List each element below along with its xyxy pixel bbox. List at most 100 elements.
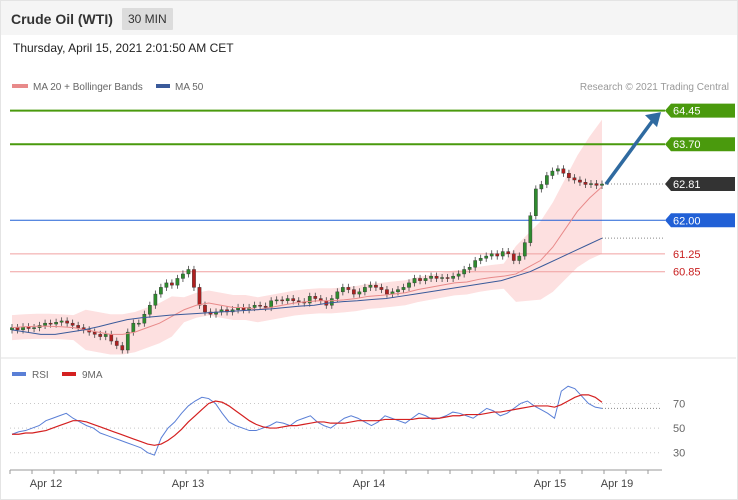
- rsi-line: [11, 385, 603, 456]
- candle-body: [98, 334, 103, 337]
- candle-body: [533, 188, 538, 216]
- candle-body: [15, 327, 20, 331]
- candle-body: [467, 267, 472, 270]
- candle-body: [59, 320, 64, 323]
- candle-body: [578, 179, 582, 183]
- candle-body: [379, 287, 384, 290]
- level-label-62.00: 62.00: [673, 215, 701, 227]
- candle-body: [462, 269, 466, 275]
- candle-body: [43, 322, 47, 326]
- candle-body: [550, 170, 555, 176]
- rsi-ma-line: [12, 394, 603, 446]
- candle-body: [120, 345, 125, 351]
- candle-body: [197, 287, 202, 306]
- candle-body: [363, 287, 367, 293]
- candle-body: [572, 177, 577, 181]
- candle-body: [478, 258, 483, 261]
- candle-body: [357, 291, 362, 295]
- ma20-legend-label: MA 20 + Bollinger Bands: [33, 82, 143, 93]
- candle-body: [423, 278, 428, 281]
- level-label-62.81: 62.81: [673, 179, 701, 191]
- candle-body: [329, 298, 334, 306]
- candle-body: [385, 289, 389, 295]
- candle-body: [203, 305, 207, 313]
- candle-body: [170, 282, 174, 286]
- candle-body: [148, 305, 152, 315]
- candle-body: [296, 300, 301, 302]
- candle-body: [125, 331, 130, 351]
- candle-body: [274, 299, 279, 302]
- candle-body: [484, 255, 489, 259]
- rsi-tick-70: 70: [673, 398, 685, 410]
- candle-body: [291, 298, 296, 301]
- candle-body: [335, 291, 340, 299]
- candle-body: [280, 299, 285, 302]
- candle-body: [511, 253, 516, 261]
- candle-body: [136, 322, 141, 325]
- ma20-legend-swatch: [12, 84, 28, 88]
- rsi-ma-legend-swatch: [62, 372, 76, 376]
- candle-body: [451, 275, 455, 279]
- level-label-64.45: 64.45: [673, 106, 701, 118]
- x-tick-label: Apr 13: [172, 478, 204, 490]
- candle-body: [192, 269, 196, 288]
- candle-body: [556, 168, 560, 172]
- candle-body: [341, 287, 345, 293]
- candle-body: [70, 322, 75, 326]
- candle-body: [181, 273, 185, 279]
- candle-body: [407, 282, 411, 288]
- candle-body: [396, 289, 400, 293]
- x-tick-label: Apr 15: [534, 478, 566, 490]
- candle-body: [528, 215, 533, 243]
- candle-body: [440, 277, 444, 279]
- candle-body: [567, 173, 571, 178]
- candle-body: [434, 275, 439, 279]
- candle-body: [374, 284, 378, 288]
- candle-body: [368, 284, 373, 288]
- candle-body: [65, 320, 69, 324]
- candle-body: [258, 305, 262, 307]
- x-tick-label: Apr 12: [30, 478, 62, 490]
- candle-body: [506, 251, 511, 255]
- candle-body: [269, 300, 273, 308]
- candle-body: [346, 287, 351, 290]
- level-label-60.85: 60.85: [673, 267, 701, 279]
- candle-body: [142, 314, 147, 324]
- candle-body: [412, 278, 417, 284]
- candle-body: [545, 175, 549, 185]
- candle-body: [352, 289, 356, 295]
- candle-body: [54, 322, 58, 325]
- level-label-63.70: 63.70: [673, 139, 701, 151]
- price-chart: MA 20 + Bollinger Bands MA 50 Research © 2…: [1, 82, 736, 490]
- ma50-legend-label: MA 50: [175, 82, 204, 93]
- candle-body: [186, 269, 191, 275]
- rsi-ma-legend-label: 9MA: [82, 370, 103, 381]
- candle-body: [561, 168, 566, 174]
- candle-body: [445, 277, 450, 279]
- candle-body: [175, 278, 180, 286]
- candle-body: [48, 322, 53, 325]
- candle-body: [159, 287, 163, 295]
- candle-body: [76, 325, 81, 328]
- candle-body: [285, 298, 290, 301]
- candle-body: [517, 255, 522, 261]
- candle-body: [92, 331, 97, 335]
- candle-body: [263, 305, 268, 308]
- copyright-text: Research © 2021 Trading Central: [580, 82, 729, 93]
- candle-body: [313, 296, 318, 299]
- candle-body: [495, 253, 500, 257]
- rsi-tick-30: 30: [673, 448, 685, 460]
- candle-body: [522, 242, 527, 257]
- candle-body: [401, 287, 406, 290]
- candle-body: [489, 253, 494, 257]
- candle-body: [32, 327, 36, 329]
- candle-body: [456, 273, 461, 277]
- candle-body: [429, 275, 433, 279]
- forecast-arrow: [604, 119, 655, 186]
- candle-body: [114, 340, 119, 346]
- x-tick-label: Apr 19: [601, 478, 633, 490]
- candle-body: [539, 184, 544, 190]
- rsi-tick-50: 50: [673, 423, 685, 435]
- candle-body: [109, 334, 114, 342]
- candle-body: [473, 260, 478, 268]
